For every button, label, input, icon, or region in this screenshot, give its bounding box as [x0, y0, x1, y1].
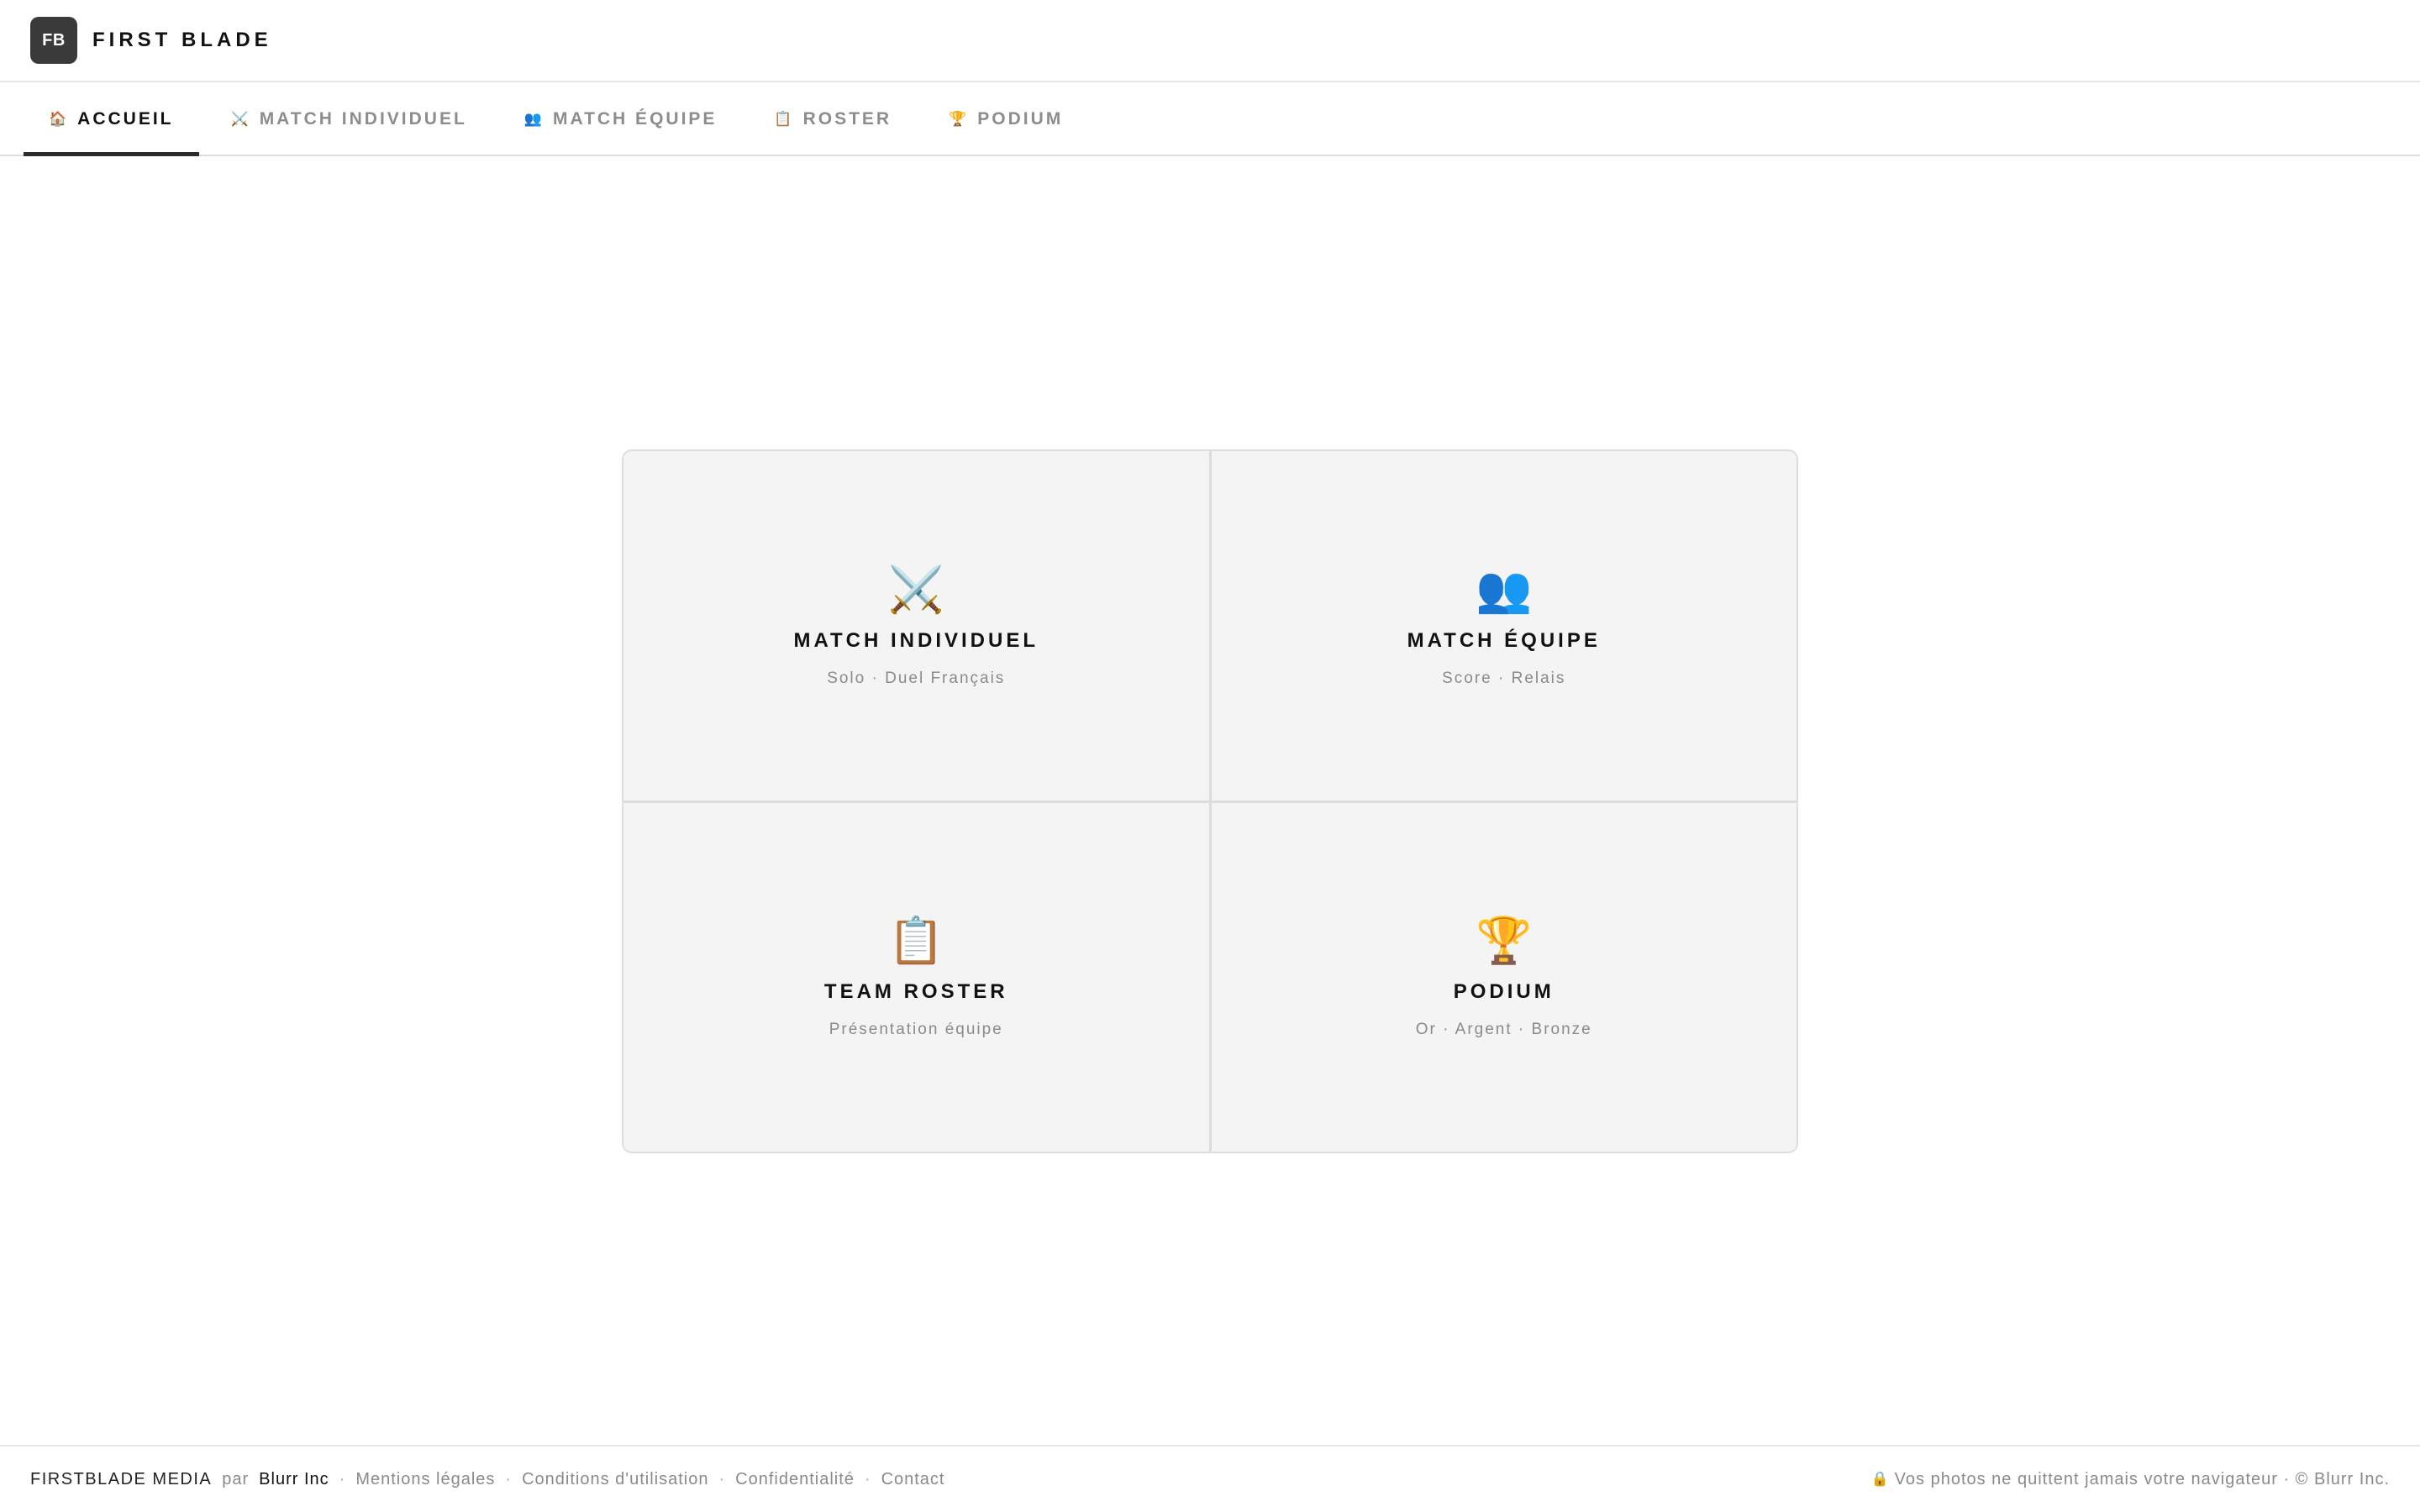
trophy-icon: 🏆: [1476, 916, 1533, 967]
footer-owner-link[interactable]: Blurr Inc: [259, 1470, 329, 1489]
people-icon: 👥: [1476, 564, 1533, 615]
tab-label: MATCH ÉQUIPE: [552, 109, 718, 129]
footer-separator: ·: [718, 1469, 726, 1488]
footer-left: FIRSTBLADE MEDIA par Blurr Inc · Mention…: [30, 1470, 945, 1489]
footer-link-conditions[interactable]: Conditions d'utilisation: [522, 1470, 708, 1489]
card-title: TEAM ROSTER: [823, 980, 1008, 1004]
card-subtitle: Or · Argent · Bronze: [1415, 1021, 1592, 1039]
tab-label: MATCH INDIVIDUEL: [259, 109, 467, 129]
footer-link-confidentialite[interactable]: Confidentialité: [735, 1470, 855, 1489]
crossed-swords-icon: ⚔️: [230, 111, 251, 127]
tab-match-equipe[interactable]: 👥 MATCH ÉQUIPE: [499, 84, 743, 155]
clipboard-icon: 📋: [887, 916, 944, 967]
logo-badge[interactable]: FB: [30, 17, 77, 64]
main-nav: 🏠 ACCUEIL ⚔️ MATCH INDIVIDUEL 👥 MATCH ÉQ…: [0, 84, 2420, 156]
lock-icon: 🔒: [1870, 1471, 1890, 1487]
brand-title[interactable]: FIRST BLADE: [92, 29, 272, 52]
card-subtitle: Solo · Duel Français: [827, 669, 1006, 687]
footer-separator: ·: [864, 1469, 871, 1488]
footer-notice: Vos photos ne quittent jamais votre navi…: [1894, 1469, 2390, 1488]
people-icon: 👥: [523, 111, 544, 127]
tab-label: ACCUEIL: [77, 109, 174, 129]
footer-right: 🔒 Vos photos ne quittent jamais votre na…: [1870, 1470, 2390, 1489]
card-match-individuel[interactable]: ⚔️ MATCH INDIVIDUEL Solo · Duel Français: [623, 451, 1209, 801]
home-card-grid: ⚔️ MATCH INDIVIDUEL Solo · Duel Français…: [622, 449, 1798, 1153]
trophy-icon: 🏆: [949, 111, 970, 127]
home-icon: 🏠: [49, 111, 70, 127]
card-podium[interactable]: 🏆 PODIUM Or · Argent · Bronze: [1211, 802, 1797, 1152]
footer-link-contact[interactable]: Contact: [881, 1470, 945, 1489]
tab-podium[interactable]: 🏆 PODIUM: [923, 84, 1088, 155]
footer-link-mentions[interactable]: Mentions légales: [355, 1470, 495, 1489]
app-header: FB FIRST BLADE: [0, 0, 2420, 82]
footer-brand: FIRSTBLADE MEDIA: [30, 1469, 213, 1488]
card-subtitle: Score · Relais: [1442, 669, 1566, 687]
card-title: MATCH INDIVIDUEL: [793, 628, 1039, 652]
crossed-swords-icon: ⚔️: [887, 564, 944, 615]
tab-label: PODIUM: [977, 109, 1064, 129]
card-team-roster[interactable]: 📋 TEAM ROSTER Présentation équipe: [623, 802, 1209, 1152]
footer-par: par: [222, 1469, 250, 1488]
app-footer: FIRSTBLADE MEDIA par Blurr Inc · Mention…: [0, 1445, 2420, 1512]
tab-match-individuel[interactable]: ⚔️ MATCH INDIVIDUEL: [206, 84, 492, 155]
tab-accueil[interactable]: 🏠 ACCUEIL: [24, 84, 199, 156]
footer-separator: ·: [339, 1469, 346, 1488]
footer-separator: ·: [505, 1469, 513, 1488]
card-match-equipe[interactable]: 👥 MATCH ÉQUIPE Score · Relais: [1211, 451, 1797, 801]
tab-roster[interactable]: 📋 ROSTER: [749, 84, 917, 155]
card-subtitle: Présentation équipe: [829, 1021, 1003, 1039]
tab-label: ROSTER: [802, 109, 892, 129]
clipboard-icon: 📋: [774, 111, 795, 127]
card-title: MATCH ÉQUIPE: [1407, 628, 1601, 652]
card-title: PODIUM: [1453, 980, 1555, 1004]
